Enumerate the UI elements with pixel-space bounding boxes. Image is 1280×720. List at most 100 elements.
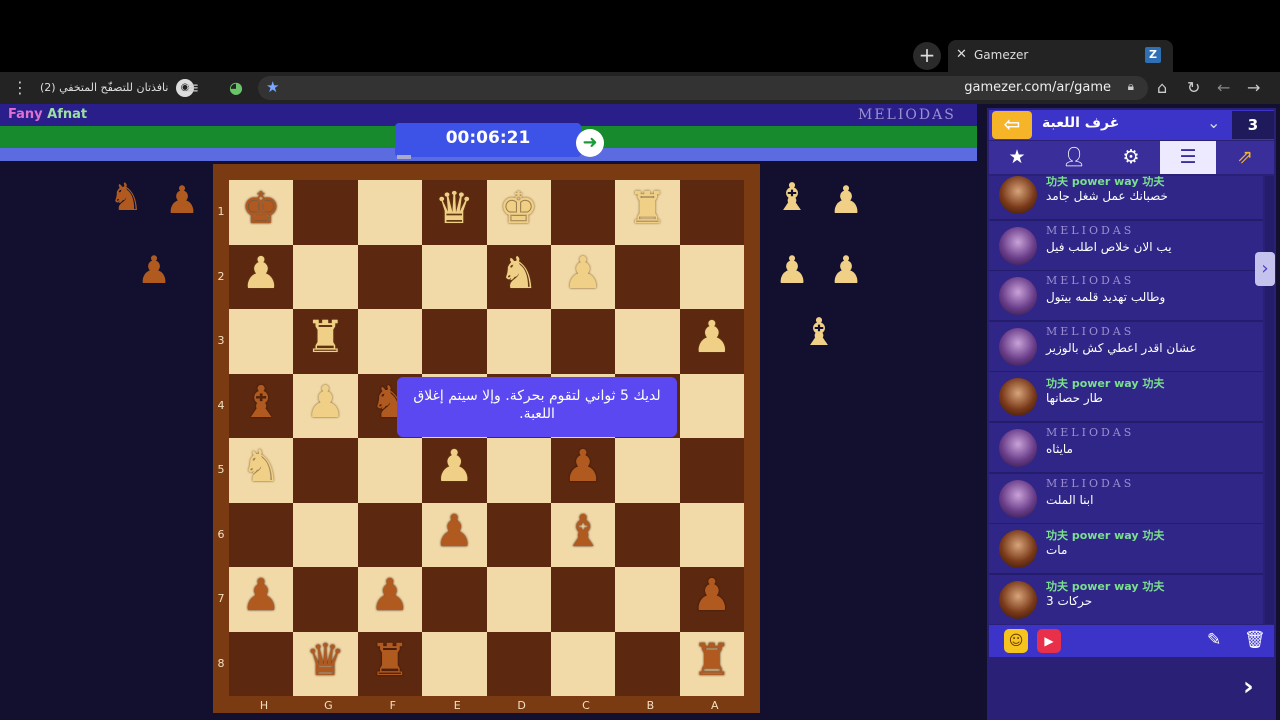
avatar[interactable] bbox=[999, 580, 1037, 619]
avatar[interactable] bbox=[999, 378, 1037, 417]
user-icon[interactable]: 👤︎ bbox=[1046, 141, 1102, 174]
white-knight-piece[interactable]: ♞ bbox=[229, 442, 293, 492]
chat-username[interactable]: 功夫 power way 功夫 bbox=[1046, 176, 1164, 189]
chat-log-icon[interactable]: ☰ bbox=[1160, 141, 1216, 174]
trash-icon[interactable]: 🗑︎ bbox=[1244, 630, 1266, 650]
white-pawn-piece[interactable]: ♟ bbox=[229, 248, 293, 299]
back-icon[interactable]: ← bbox=[1217, 78, 1230, 98]
black-king-piece[interactable]: ♚ bbox=[229, 184, 293, 234]
emoji-icon[interactable]: ☺ bbox=[1004, 629, 1028, 653]
forward-icon[interactable]: → bbox=[1247, 78, 1260, 98]
board-square[interactable] bbox=[615, 309, 680, 374]
white-king-piece[interactable]: ♚ bbox=[487, 184, 551, 234]
chat-username[interactable]: MELIODAS bbox=[1046, 477, 1134, 490]
board-square[interactable] bbox=[679, 502, 745, 567]
board-square[interactable] bbox=[679, 438, 745, 503]
board-square[interactable] bbox=[422, 631, 487, 696]
black-pawn-piece[interactable]: ♟ bbox=[680, 571, 744, 621]
lock-icon[interactable]: 🔒︎ bbox=[1128, 79, 1134, 94]
address-bar[interactable]: ★ gamezer.com/ar/game 🔒︎ bbox=[258, 76, 1148, 100]
board-square[interactable] bbox=[679, 180, 745, 245]
browser-tab[interactable]: ✕ Gamezer Z bbox=[948, 40, 1173, 72]
board-square[interactable] bbox=[615, 438, 680, 503]
board-square[interactable] bbox=[486, 502, 551, 567]
white-rook-piece[interactable]: ♜ bbox=[615, 184, 679, 234]
favorites-star-icon[interactable]: ★ bbox=[989, 141, 1045, 174]
black-rook-piece[interactable]: ♜ bbox=[358, 635, 422, 686]
board-square[interactable] bbox=[615, 502, 680, 567]
black-bishop-piece[interactable]: ♝ bbox=[229, 377, 293, 428]
avatar[interactable] bbox=[999, 530, 1037, 569]
board-square[interactable] bbox=[551, 309, 616, 374]
chat-scrollbar[interactable] bbox=[1265, 176, 1274, 624]
white-pawn-piece[interactable]: ♟ bbox=[293, 377, 357, 428]
video-play-icon[interactable]: ▶ bbox=[1037, 629, 1061, 653]
panel-expand-handle[interactable]: › bbox=[1255, 252, 1275, 286]
chat-username[interactable]: 功夫 power way 功夫 bbox=[1046, 527, 1164, 543]
board-square[interactable] bbox=[293, 180, 358, 245]
board-square[interactable] bbox=[293, 438, 358, 503]
black-pawn-piece[interactable]: ♟ bbox=[551, 442, 615, 492]
chat-username[interactable]: MELIODAS bbox=[1046, 224, 1134, 237]
incognito-indicator[interactable]: نافذتان للتصفّح المتخفي (2) ◉ bbox=[40, 77, 194, 99]
new-tab-button[interactable]: + bbox=[913, 42, 941, 70]
board-square[interactable] bbox=[679, 373, 745, 438]
board-square[interactable] bbox=[486, 438, 551, 503]
chat-username[interactable]: MELIODAS bbox=[1046, 426, 1134, 439]
white-knight-piece[interactable]: ♞ bbox=[487, 248, 551, 299]
black-queen-piece[interactable]: ♛ bbox=[293, 635, 357, 686]
close-tab-icon[interactable]: ✕ bbox=[956, 47, 967, 62]
settings-gear-icon[interactable]: ⚙ bbox=[1103, 141, 1159, 174]
chevron-down-icon[interactable]: ⌄ bbox=[1207, 113, 1220, 132]
board-square[interactable] bbox=[551, 180, 616, 245]
board-square[interactable] bbox=[679, 244, 745, 309]
avatar[interactable] bbox=[999, 327, 1037, 366]
clear-chat-icon[interactable]: ✎ bbox=[1207, 630, 1221, 650]
chat-username[interactable]: 功夫 power way 功夫 bbox=[1046, 375, 1164, 391]
chat-username[interactable]: MELIODAS bbox=[1046, 274, 1134, 287]
board-square[interactable] bbox=[229, 502, 294, 567]
white-pawn-piece[interactable]: ♟ bbox=[551, 248, 615, 299]
black-bishop-piece[interactable]: ♝ bbox=[551, 506, 615, 557]
chat-messages[interactable]: 功夫 power way 功夫 خصبانك عمل شغل جامد MELIOD… bbox=[989, 176, 1263, 624]
avatar[interactable] bbox=[999, 277, 1037, 316]
white-pawn-piece[interactable]: ♟ bbox=[422, 442, 486, 492]
board-square[interactable] bbox=[357, 180, 423, 245]
board-square[interactable] bbox=[229, 309, 294, 374]
board-square[interactable] bbox=[357, 502, 423, 567]
board-square[interactable] bbox=[486, 631, 551, 696]
board-square[interactable] bbox=[357, 438, 423, 503]
board-square[interactable] bbox=[357, 244, 423, 309]
avatar[interactable] bbox=[999, 429, 1037, 467]
board-square[interactable] bbox=[229, 631, 294, 696]
exit-room-button[interactable]: ⇦ bbox=[992, 111, 1032, 139]
home-icon[interactable]: ⌂ bbox=[1157, 78, 1167, 98]
black-pawn-piece[interactable]: ♟ bbox=[422, 506, 486, 557]
board-square[interactable] bbox=[486, 309, 551, 374]
black-pawn-piece[interactable]: ♟ bbox=[358, 571, 422, 621]
board-square[interactable] bbox=[293, 567, 358, 632]
board-square[interactable] bbox=[615, 244, 680, 309]
reload-icon[interactable]: ↻ bbox=[1187, 78, 1200, 98]
avatar[interactable] bbox=[999, 226, 1037, 265]
reading-list-icon[interactable]: ≡ bbox=[186, 78, 199, 98]
extension-icon[interactable]: ◕ bbox=[229, 78, 243, 98]
board-square[interactable] bbox=[422, 244, 487, 309]
chat-username[interactable]: 功夫 power way 功夫 bbox=[1046, 578, 1164, 594]
white-pawn-piece[interactable]: ♟ bbox=[680, 313, 744, 363]
chat-input[interactable] bbox=[989, 659, 1274, 720]
board-square[interactable] bbox=[551, 567, 616, 632]
board-square[interactable] bbox=[357, 309, 423, 374]
avatar[interactable] bbox=[999, 479, 1037, 518]
white-queen-piece[interactable]: ♛ bbox=[422, 184, 486, 234]
next-arrow-button[interactable]: ➜ bbox=[576, 129, 604, 157]
board-square[interactable] bbox=[293, 244, 358, 309]
menu-icon[interactable]: ⋮ bbox=[12, 78, 28, 98]
white-rook-piece[interactable]: ♜ bbox=[293, 313, 357, 363]
send-arrow-icon[interactable]: › bbox=[1243, 672, 1254, 702]
board-square[interactable] bbox=[551, 631, 616, 696]
black-pawn-piece[interactable]: ♟ bbox=[229, 571, 293, 621]
bookmark-star-icon[interactable]: ★ bbox=[266, 78, 279, 96]
board-square[interactable] bbox=[615, 567, 680, 632]
board-square[interactable] bbox=[422, 309, 487, 374]
